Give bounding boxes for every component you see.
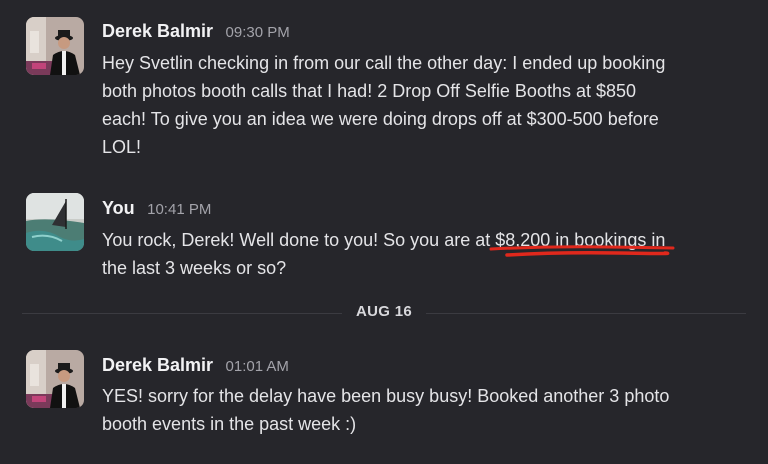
message-timestamp: 01:01 AM (225, 358, 289, 375)
sender-name[interactable]: Derek Balmir (102, 21, 213, 41)
message-text: YES! sorry for the delay have been busy … (102, 382, 752, 438)
date-divider: AUG 16 (0, 303, 768, 320)
man-in-hat-avatar-icon (26, 350, 84, 408)
message-text: Hey Svetlin checking in from our call th… (102, 49, 752, 161)
highlighted-amount: $8,200 in bookings (489, 226, 675, 257)
message-line: booth events in the past week :) (102, 414, 357, 434)
highlighted-text: $8,200 in bookings (495, 230, 647, 250)
sender-name[interactable]: Derek Balmir (102, 355, 213, 375)
message-line: LOL! (102, 137, 142, 157)
chat-thread: Derek Balmir 09:30 PM Hey Svetlin checki… (0, 0, 768, 464)
man-in-hat-avatar-icon (26, 17, 84, 75)
sender-name[interactable]: You (102, 198, 135, 218)
message-line: YES! sorry for the delay have been busy … (102, 386, 670, 406)
message-header: Derek Balmir 09:30 PM (102, 21, 290, 42)
windsurfer-avatar-icon (26, 193, 84, 251)
message-header: You 10:41 PM (102, 198, 211, 219)
message-timestamp: 10:41 PM (147, 201, 212, 218)
message-text: You rock, Derek! Well done to you! So yo… (102, 226, 752, 282)
message-line: You rock, Derek! Well done to you! So yo… (102, 226, 752, 257)
message-text-segment: You rock, Derek! Well done to you! So yo… (102, 230, 496, 250)
message-header: Derek Balmir 01:01 AM (102, 355, 289, 376)
message-line: both photos booth calls that I had! 2 Dr… (102, 81, 637, 101)
message-line: Hey Svetlin checking in from our call th… (102, 53, 666, 73)
message-line: each! To give you an idea we were doing … (102, 109, 659, 129)
date-divider-label: AUG 16 (342, 303, 426, 320)
message-text-segment: in (646, 230, 666, 250)
avatar[interactable] (26, 350, 84, 408)
message-line: the last 3 weeks or so? (102, 258, 287, 278)
avatar[interactable] (26, 17, 84, 75)
message-timestamp: 09:30 PM (225, 24, 290, 41)
avatar[interactable] (26, 193, 84, 251)
